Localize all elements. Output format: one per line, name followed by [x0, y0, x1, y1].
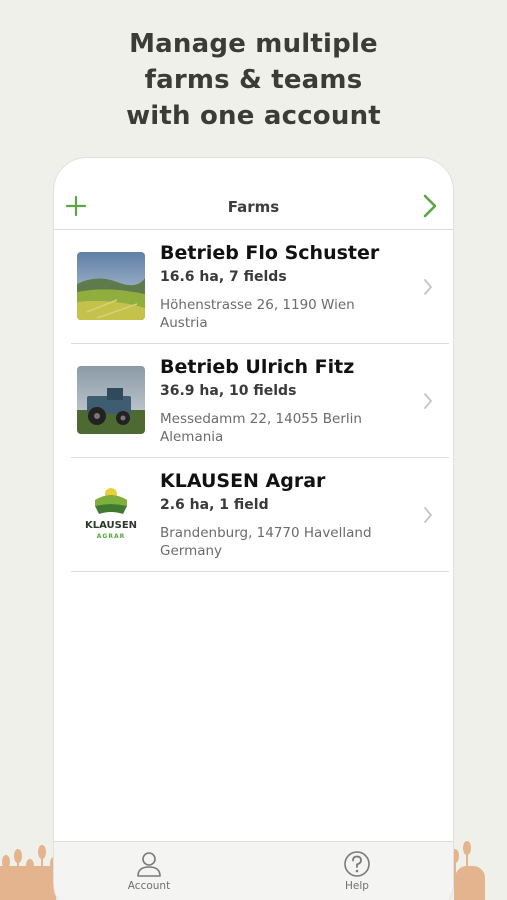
- farm-name: Betrieb Flo Schuster: [160, 242, 380, 264]
- phone-screen: Farms Betrieb Flo Schuster 16.6 ha, 7 fi…: [53, 157, 454, 900]
- farm-list: Betrieb Flo Schuster 16.6 ha, 7 fields H…: [71, 230, 449, 572]
- headline-line-3: with one account: [126, 101, 381, 131]
- tab-account-label: Account: [127, 880, 171, 892]
- wheat-left-icon: [2, 845, 58, 900]
- farm-address: Brandenburg, 14770 Havelland: [160, 525, 372, 541]
- navbar: Farms: [54, 158, 453, 230]
- headline-line-2: farms & teams: [144, 65, 363, 95]
- chevron-right-icon[interactable]: [421, 193, 439, 219]
- farm-thumbnail-landscape: [77, 252, 145, 320]
- logo-subtext: AGRAR: [97, 533, 125, 540]
- headline-line-1: Manage multiple: [129, 29, 378, 59]
- question-icon: [344, 851, 370, 877]
- farm-summary: 36.9 ha, 10 fields: [160, 383, 297, 399]
- tab-bar: Account Help: [54, 841, 453, 900]
- wheat-right-icon: [451, 841, 471, 900]
- farm-thumbnail-tractor: [77, 366, 145, 434]
- chevron-right-icon: [424, 393, 433, 409]
- tab-account[interactable]: Account: [109, 850, 189, 892]
- page-title: Farms: [227, 198, 280, 216]
- farm-country: Austria: [160, 315, 208, 331]
- farm-country: Germany: [160, 543, 223, 559]
- farm-address: Höhenstrasse 26, 1190 Wien: [160, 297, 355, 313]
- headline: Manage multiple farms & teams with one a…: [0, 26, 507, 134]
- farm-name: KLAUSEN Agrar: [160, 470, 326, 492]
- farm-summary: 2.6 ha, 1 field: [160, 497, 269, 513]
- klausen-logo: KLAUSEN AGRAR: [77, 480, 145, 548]
- tab-help-label: Help: [345, 880, 369, 892]
- chevron-right-icon: [424, 507, 433, 523]
- farm-row[interactable]: Betrieb Flo Schuster 16.6 ha, 7 fields H…: [71, 230, 449, 344]
- farm-country: Alemania: [160, 429, 224, 445]
- farm-name: Betrieb Ulrich Fitz: [160, 356, 355, 378]
- farm-row[interactable]: Betrieb Ulrich Fitz 36.9 ha, 10 fields M…: [71, 344, 449, 458]
- tab-help[interactable]: Help: [317, 850, 397, 892]
- chevron-right-icon: [424, 279, 433, 295]
- farm-row[interactable]: KLAUSEN AGRAR KLAUSEN Agrar 2.6 ha, 1 fi…: [71, 458, 449, 572]
- logo-text: KLAUSEN: [85, 520, 137, 531]
- farm-summary: 16.6 ha, 7 fields: [160, 269, 287, 285]
- farm-address: Messedamm 22, 14055 Berlin: [160, 411, 362, 427]
- person-icon: [137, 852, 161, 877]
